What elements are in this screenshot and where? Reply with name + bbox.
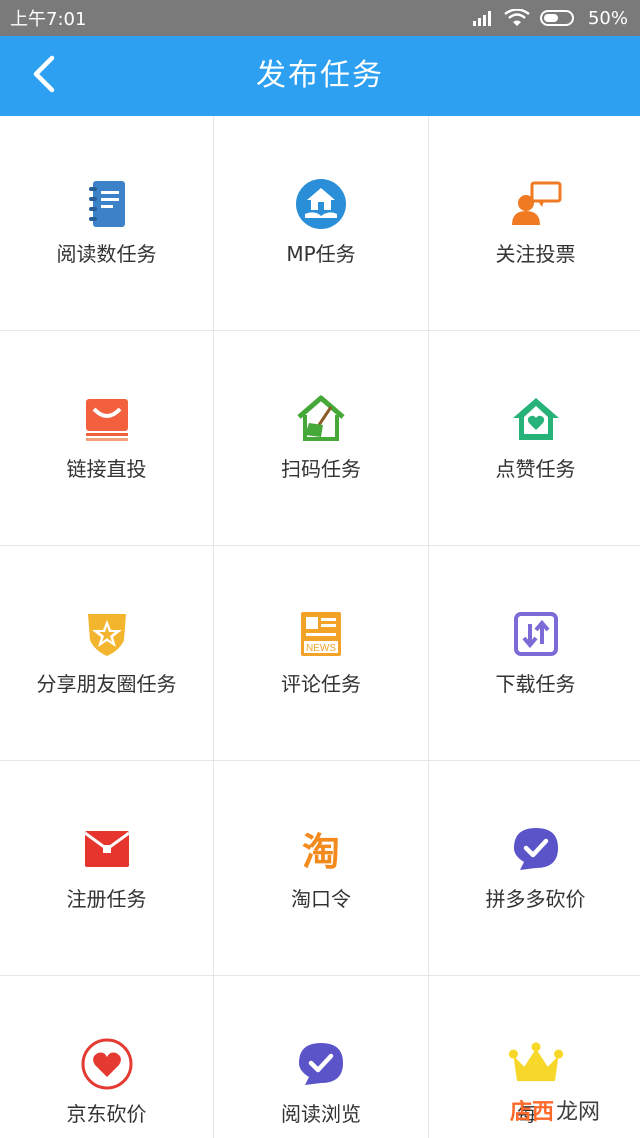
heart-circle-icon <box>79 1038 135 1090</box>
house-heart-icon <box>508 393 564 445</box>
task-label: 下载任务 <box>495 672 576 696</box>
person-chat-icon <box>508 178 564 230</box>
task-grid: 阅读数任务 MP任务 关注投票 链接直投 扫码任务 点赞任务 分享朋友圈任务 N… <box>0 116 640 1138</box>
status-bar: 上午7:01 50% <box>0 0 640 36</box>
battery-percent: 50% <box>587 7 628 29</box>
task-label: 阅读数任务 <box>56 242 157 266</box>
task-label: 链接直投 <box>66 457 147 481</box>
nav-bar: 发布任务 <box>0 36 640 116</box>
task-jd-bargain[interactable]: 京东砍价 <box>0 976 213 1138</box>
task-share-moments[interactable]: 分享朋友圈任务 <box>0 546 213 760</box>
watermark-brand: 店西 <box>510 1100 555 1125</box>
watermark: 店西 龙网 <box>510 1094 600 1126</box>
task-scan[interactable]: 扫码任务 <box>214 331 428 545</box>
task-mp[interactable]: MP任务 <box>214 116 428 330</box>
task-register[interactable]: 注册任务 <box>0 761 213 975</box>
task-label: 点赞任务 <box>495 457 576 481</box>
status-time: 上午7:01 <box>10 9 87 30</box>
watermark-suffix: 龙网 <box>556 1100 601 1125</box>
red-envelope-icon <box>79 823 135 875</box>
task-label: 阅读浏览 <box>281 1102 361 1126</box>
house-broom-icon <box>293 393 349 445</box>
svg-text:淘: 淘 <box>302 830 340 871</box>
task-label: 淘口令 <box>291 887 351 911</box>
task-label: 拼多多砍价 <box>485 887 586 911</box>
battery-icon <box>539 9 578 27</box>
svg-text:NEWS: NEWS <box>306 643 336 654</box>
task-read-count[interactable]: 阅读数任务 <box>0 116 213 330</box>
task-label: 关注投票 <box>495 242 576 266</box>
task-label: 京东砍价 <box>66 1102 147 1126</box>
check-bubble-icon <box>293 1038 349 1090</box>
signal-icon <box>472 10 494 26</box>
house-hand-icon <box>293 178 349 230</box>
task-follow-vote[interactable]: 关注投票 <box>429 116 640 330</box>
task-label: MP任务 <box>286 242 356 266</box>
newspaper-icon: NEWS <box>293 608 349 660</box>
crown-icon <box>508 1038 564 1090</box>
task-read-browse[interactable]: 阅读浏览 <box>214 976 428 1138</box>
transfer-arrows-icon <box>508 608 564 660</box>
taobao-icon: 淘 <box>293 823 349 875</box>
task-label: 分享朋友圈任务 <box>36 672 177 696</box>
task-pinduoduo-bargain[interactable]: 拼多多砍价 <box>429 761 640 975</box>
task-download[interactable]: 下载任务 <box>429 546 640 760</box>
status-icons: 50% <box>472 8 628 29</box>
task-like[interactable]: 点赞任务 <box>429 331 640 545</box>
mail-inbox-icon <box>79 393 135 445</box>
task-label: 评论任务 <box>281 672 361 696</box>
wifi-icon <box>504 9 530 27</box>
task-label: 注册任务 <box>66 887 147 911</box>
task-label: 扫码任务 <box>281 457 361 481</box>
task-link-direct[interactable]: 链接直投 <box>0 331 213 545</box>
star-badge-icon <box>79 608 135 660</box>
notebook-icon <box>79 178 135 230</box>
task-comment[interactable]: NEWS 评论任务 <box>214 546 428 760</box>
check-bubble-icon <box>508 823 564 875</box>
task-taobao-code[interactable]: 淘 淘口令 <box>214 761 428 975</box>
page-title: 发布任务 <box>256 58 384 93</box>
